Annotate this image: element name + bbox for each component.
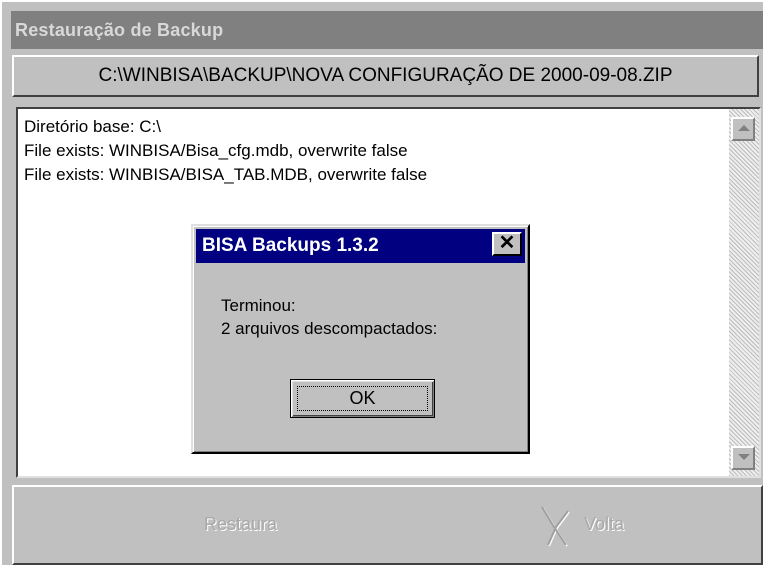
backup-path-field: C:\WINBISA\BACKUP\NOVA CONFIGURAÇÃO DE 2… [12, 55, 759, 97]
log-line: File exists: WINBISA/Bisa_cfg.mdb, overw… [24, 141, 408, 160]
scroll-down-button[interactable] [731, 446, 755, 470]
restore-window: Restauração de Backup C:\WINBISA\BACKUP\… [0, 0, 763, 565]
dialog-message-line: Terminou: [221, 296, 296, 315]
dialog-titlebar: BISA Backups 1.3.2 [196, 229, 525, 263]
dialog-title: BISA Backups 1.3.2 [202, 235, 379, 256]
log-lines: Diretório base: C:\ File exists: WINBISA… [24, 115, 427, 187]
dialog-message-line: 2 arquivos descompactados: [221, 319, 438, 338]
arrow-down-icon [738, 454, 750, 460]
focus-rectangle [297, 386, 428, 411]
close-button[interactable]: ✕ [492, 232, 522, 256]
log-line: File exists: WINBISA/BISA_TAB.MDB, overw… [24, 165, 428, 184]
button-bar: Restaura Volta [12, 485, 763, 565]
dialog-message: Terminou: 2 arquivos descompactados: [221, 294, 437, 340]
volta-label: Volta [584, 514, 625, 534]
arrow-up-icon [738, 125, 750, 131]
close-icon: ✕ [498, 232, 516, 254]
cut-scissors-icon [541, 506, 570, 547]
restaura-button[interactable]: Restaura [204, 514, 277, 535]
window-title: Restauração de Backup [11, 11, 763, 49]
log-line: Diretório base: C:\ [24, 117, 161, 136]
completion-dialog: BISA Backups 1.3.2 ✕ Terminou: 2 arquivo… [191, 224, 530, 454]
vertical-scrollbar[interactable] [729, 109, 759, 476]
ok-button[interactable]: OK [290, 379, 435, 418]
scroll-up-button[interactable] [731, 117, 755, 141]
